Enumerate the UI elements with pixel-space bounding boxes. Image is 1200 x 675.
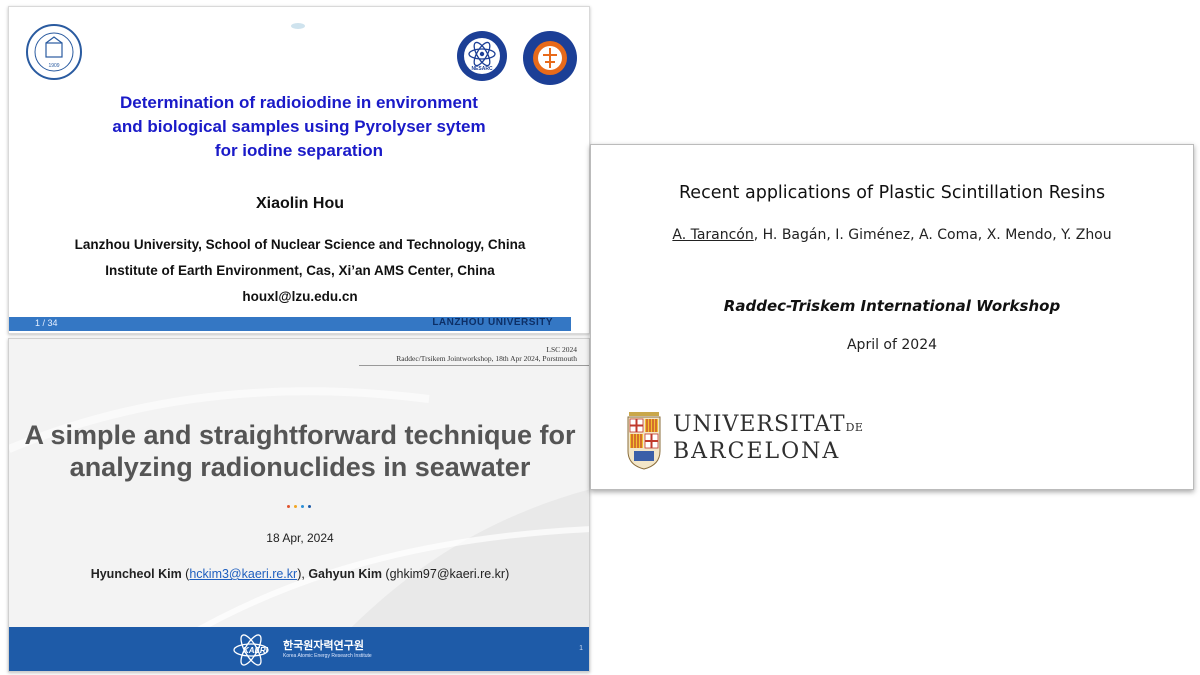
slide-footer-bar: 1 / 34 LANZHOU UNIVERSITY — [9, 317, 571, 331]
presenting-author: A. Tarancón — [672, 227, 754, 243]
workshop-name: Raddec-Triskem International Workshop — [723, 297, 1061, 315]
author-name: Xiaolin Hou — [256, 195, 344, 212]
nesarc-logo: NESARC — [457, 31, 507, 81]
presentation-date: 18 Apr, 2024 — [266, 531, 334, 545]
header-divider — [359, 365, 589, 366]
kaeri-logo: KAERI 한국원자력연구원 Korea Atomic Energy Resea… — [231, 633, 381, 667]
slide-title: Recent applications of Plastic Scintilla… — [678, 183, 1106, 203]
author-2-name: Gahyun Kim — [308, 567, 382, 581]
svg-text:1909: 1909 — [48, 63, 59, 69]
co-authors: , H. Bagán, I. Giménez, A. Coma, X. Mend… — [753, 227, 1112, 243]
slide-title: A simple and straightforward technique f… — [24, 420, 576, 482]
author-2-email: ghkim97@kaeri.re.kr — [389, 567, 506, 581]
decorative-dots — [287, 495, 315, 508]
earth-environment-institute-logo — [523, 31, 577, 85]
author-email: houxl@lzu.edu.cn — [242, 289, 358, 304]
footer-university: LANZHOU UNIVERSITY — [432, 317, 553, 328]
page-indicator: 1 / 34 — [35, 318, 58, 328]
slide-header: LSC 2024 Raddec/Trsikem Jointworkshop, 1… — [396, 345, 577, 363]
svg-text:NESARC: NESARC — [471, 66, 493, 72]
affiliation-2: Institute of Earth Environment, Cas, Xi’… — [105, 263, 495, 278]
page-number: 1 — [579, 645, 583, 652]
presentation-date: April of 2024 — [846, 337, 938, 353]
slide-barcelona[interactable]: Recent applications of Plastic Scintilla… — [590, 144, 1194, 490]
slide-footer-bar: KAERI 한국원자력연구원 Korea Atomic Energy Resea… — [9, 627, 589, 671]
slide-kaeri[interactable]: LSC 2024 Raddec/Trsikem Jointworkshop, 1… — [8, 338, 590, 672]
affiliation-1: Lanzhou University, School of Nuclear Sc… — [74, 237, 526, 252]
background-swoosh — [9, 387, 589, 671]
author-line: A. Tarancón, H. Bagán, I. Giménez, A. Co… — [591, 227, 1193, 243]
lanzhou-university-logo: 1909 — [26, 24, 82, 80]
university-wordmark: UNIVERSITATDE BARCELONA — [673, 412, 864, 464]
author-1-email-link[interactable]: hckim3@kaeri.re.kr — [189, 567, 297, 581]
slide-lanzhou[interactable]: 1909 NESARC Determination of radioiodine… — [8, 6, 590, 334]
decorative-mark — [291, 23, 305, 29]
university-shield-icon — [627, 412, 661, 470]
slide-title: Determination of radioiodine in environm… — [112, 93, 486, 160]
author-line: Hyuncheol Kim (hckim3@kaeri.re.kr), Gahy… — [90, 567, 510, 581]
author-1-name: Hyuncheol Kim — [90, 567, 182, 581]
